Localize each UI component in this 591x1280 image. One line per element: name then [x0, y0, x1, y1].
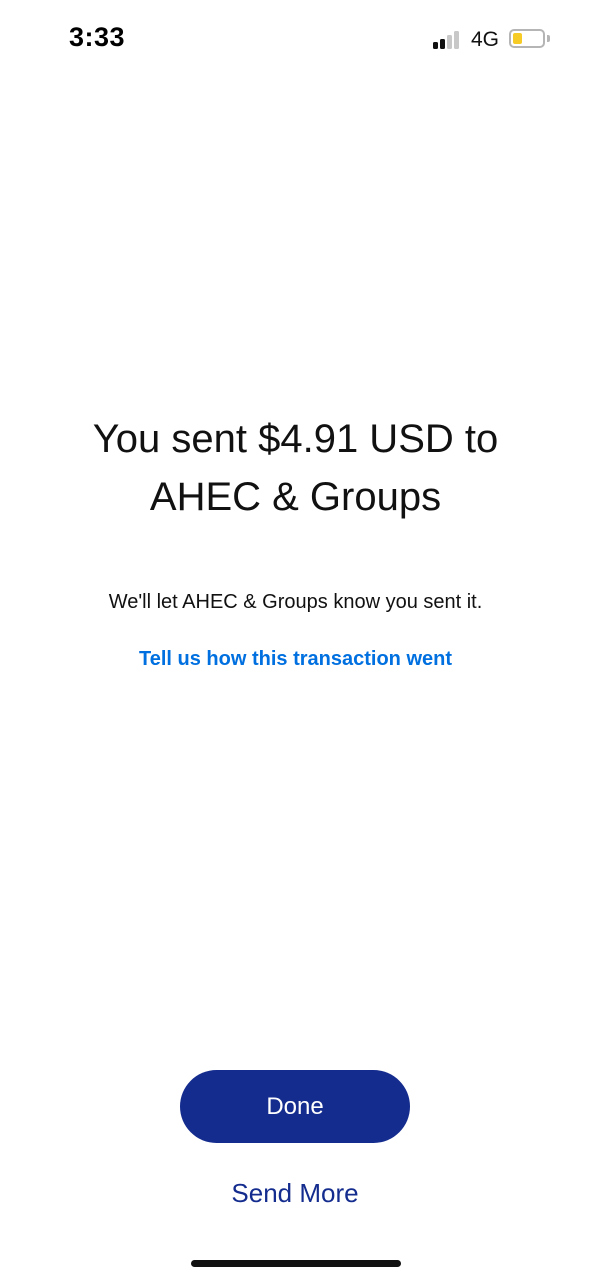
home-indicator[interactable]: [191, 1260, 401, 1267]
battery-cap: [547, 35, 550, 42]
status-time: 3:33: [69, 22, 126, 52]
network-type: 4G: [471, 28, 500, 51]
cellular-signal-icon: [431, 29, 463, 49]
done-button[interactable]: Done: [180, 1070, 410, 1143]
battery-level: [513, 33, 522, 44]
send-more-button[interactable]: Send More: [180, 1175, 410, 1211]
headline-line-1: You sent $4.91 USD to: [92, 417, 499, 461]
confirmation-subtext: We'll let AHEC & Groups know you sent it…: [108, 591, 483, 613]
feedback-link[interactable]: Tell us how this transaction went: [30, 645, 561, 673]
status-bar: 3:33 4G: [0, 0, 591, 80]
confirmation-headline: You sent $4.91 USD to AHEC & Groups: [40, 410, 551, 526]
battery-icon: [509, 29, 545, 48]
headline-line-2: AHEC & Groups: [149, 475, 442, 519]
